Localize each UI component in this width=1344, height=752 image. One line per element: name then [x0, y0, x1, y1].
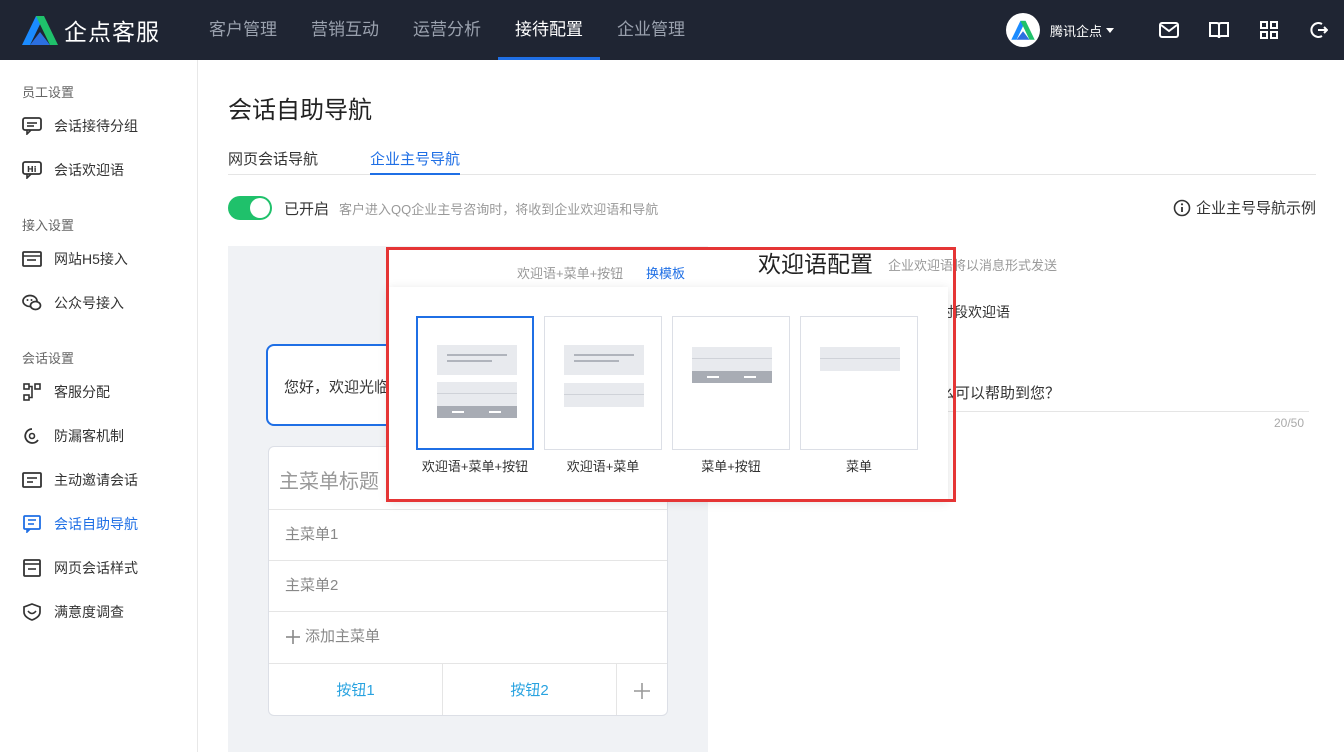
account-name: 腾讯企点 — [1049, 23, 1102, 39]
sidebar-item-label: 网页会话样式 — [54, 560, 138, 576]
sidebar-item-agent-assign[interactable]: 客服分配 — [22, 380, 110, 404]
top-navbar: 企点客服 客户管理 营销互动 运营分析 接待配置 企业管理 腾讯企点 — [0, 0, 1344, 60]
template-welcome-menu[interactable] — [544, 316, 662, 450]
tpl-menu-block — [437, 382, 517, 418]
sidebar-section-session: 会话设置 — [22, 351, 75, 366]
switch-description: 客户进入QQ企业主号咨询时，将收到企业欢迎语和导航 — [339, 201, 659, 217]
menu-item-1[interactable]: 主菜单1 — [269, 509, 667, 560]
tab-enterprise-nav[interactable]: 企业主号导航 — [370, 148, 461, 175]
chat-group-icon — [22, 116, 42, 136]
badge-heart-icon — [22, 602, 42, 622]
tpl-welcome-block — [564, 345, 644, 375]
char-count: 20/50 — [1274, 416, 1305, 430]
account-menu[interactable]: 腾讯企点 — [1050, 21, 1114, 40]
sidebar-item-invite[interactable]: 主动邀请会话 — [22, 468, 138, 492]
sidebar-item-h5-access[interactable]: 网站H5接入 — [22, 247, 128, 271]
wechat-icon — [22, 293, 42, 313]
plus-icon — [286, 630, 300, 644]
sidebar-item-satisfaction[interactable]: 满意度调查 — [22, 600, 124, 624]
sidebar-item-anti-leak[interactable]: 防漏客机制 — [22, 424, 124, 448]
config-title: 欢迎语配置 — [758, 251, 873, 277]
example-link-label: 企业主号导航示例 — [1195, 200, 1316, 217]
nav-marketing[interactable]: 营销互动 — [294, 0, 396, 60]
hi-message-icon: Hi — [22, 160, 42, 180]
sidebar-item-label: 防漏客机制 — [54, 428, 124, 444]
tpl-welcome-block — [437, 345, 517, 375]
main-nav: 客户管理 营销互动 运营分析 接待配置 企业管理 — [192, 0, 702, 60]
menu-title[interactable]: 主菜单标题 — [279, 465, 379, 494]
shield-customer-icon — [22, 426, 42, 446]
menu-buttons-row: 按钮1 按钮2 — [269, 663, 667, 715]
template-menu[interactable] — [800, 316, 918, 450]
nav-enterprise-management[interactable]: 企业管理 — [600, 0, 702, 60]
menu-item-2[interactable]: 主菜单2 — [269, 560, 667, 611]
tpl-menu-block — [820, 347, 900, 371]
template-label: 欢迎语+菜单 — [566, 459, 640, 474]
time-welcome-option[interactable]: 时段欢迎语 — [940, 302, 1010, 322]
nav-analytics[interactable]: 运营分析 — [396, 0, 498, 60]
sidebar-section-staff: 员工设置 — [22, 85, 75, 100]
switch-template-link[interactable]: 换模板 — [646, 263, 685, 282]
config-description: 企业欢迎语将以消息形式发送 — [888, 258, 1058, 273]
web-window-icon — [22, 249, 42, 269]
sidebar-item-label: 会话接待分组 — [54, 118, 138, 134]
template-menu-button[interactable] — [672, 316, 790, 450]
template-label: 菜单+按钮 — [701, 459, 761, 474]
sidebar-item-official-account[interactable]: 公众号接入 — [22, 291, 124, 315]
sidebar-item-reception-group[interactable]: 会话接待分组 — [22, 114, 138, 138]
enable-row: 已开启 客户进入QQ企业主号咨询时，将收到企业欢迎语和导航 企业主号导航示例 — [228, 195, 1316, 221]
mail-icon[interactable] — [1144, 0, 1194, 60]
template-label: 菜单 — [845, 459, 872, 474]
assign-flow-icon — [22, 382, 42, 402]
sidebar-item-label: 公众号接入 — [54, 295, 124, 311]
tab-web-nav[interactable]: 网页会话导航 — [228, 148, 318, 175]
style-window-icon — [22, 558, 42, 578]
add-menu-button[interactable]: 添加主菜单 — [269, 611, 667, 662]
chat-nav-icon — [22, 514, 42, 534]
input-underline — [940, 411, 1309, 412]
logout-icon[interactable] — [1294, 0, 1344, 60]
tpl-menu-block — [692, 347, 772, 383]
tab-bar: 网页会话导航 企业主号导航 — [228, 144, 1316, 175]
sidebar-item-label: 会话欢迎语 — [54, 162, 124, 178]
avatar[interactable] — [1005, 13, 1040, 47]
brand-logo-icon — [20, 14, 60, 46]
nav-customer-management[interactable]: 客户管理 — [192, 0, 294, 60]
current-template-label: 欢迎语+菜单+按钮 — [517, 266, 624, 281]
invite-window-icon — [22, 470, 42, 490]
enable-switch[interactable] — [228, 196, 272, 220]
top-right-toolbar: 腾讯企点 — [1005, 0, 1344, 60]
add-button-icon[interactable] — [617, 664, 667, 715]
svg-text:Hi: Hi — [27, 165, 37, 174]
info-icon — [1173, 199, 1191, 216]
sidebar-item-label: 会话自助导航 — [54, 516, 138, 532]
button-2[interactable]: 按钮2 — [443, 664, 617, 715]
template-popover: 欢迎语+菜单+按钮 欢迎语+菜单 菜单+按钮 菜单 — [388, 287, 948, 500]
brand-name: 企点客服 — [64, 19, 160, 45]
button-1[interactable]: 按钮1 — [269, 664, 443, 715]
sidebar-item-web-style[interactable]: 网页会话样式 — [22, 556, 138, 580]
page-title: 会话自助导航 — [228, 97, 372, 124]
welcome-text-value[interactable]: 么可以帮助到您？ — [940, 382, 1060, 403]
sidebar-item-label: 主动邀请会话 — [54, 472, 138, 488]
tpl-menu-block — [564, 383, 644, 407]
sidebar-item-welcome[interactable]: Hi 会话欢迎语 — [22, 158, 124, 182]
template-welcome-menu-button[interactable] — [416, 316, 534, 450]
brand-logo[interactable]: 企点客服 — [20, 13, 160, 47]
sidebar-item-label: 网站H5接入 — [54, 251, 128, 267]
template-label: 欢迎语+菜单+按钮 — [421, 459, 529, 474]
sidebar-item-label: 客服分配 — [54, 384, 110, 400]
avatar-logo-icon — [1011, 20, 1035, 40]
switch-label: 已开启 — [284, 200, 330, 218]
add-menu-label: 添加主菜单 — [305, 628, 381, 645]
nav-reception-config[interactable]: 接待配置 — [498, 0, 600, 60]
sidebar-section-access: 接入设置 — [22, 218, 75, 233]
book-icon[interactable] — [1194, 0, 1244, 60]
apps-grid-icon[interactable] — [1244, 0, 1294, 60]
example-link[interactable]: 企业主号导航示例 — [1173, 197, 1316, 218]
sidebar-item-label: 满意度调查 — [54, 604, 124, 620]
sidebar-item-self-nav[interactable]: 会话自助导航 — [22, 512, 138, 536]
sidebar: 员工设置 会话接待分组 Hi 会话欢迎语 接入设置 网站H5接入 公众号接入 会… — [0, 60, 198, 752]
caret-down-icon — [1106, 27, 1114, 33]
